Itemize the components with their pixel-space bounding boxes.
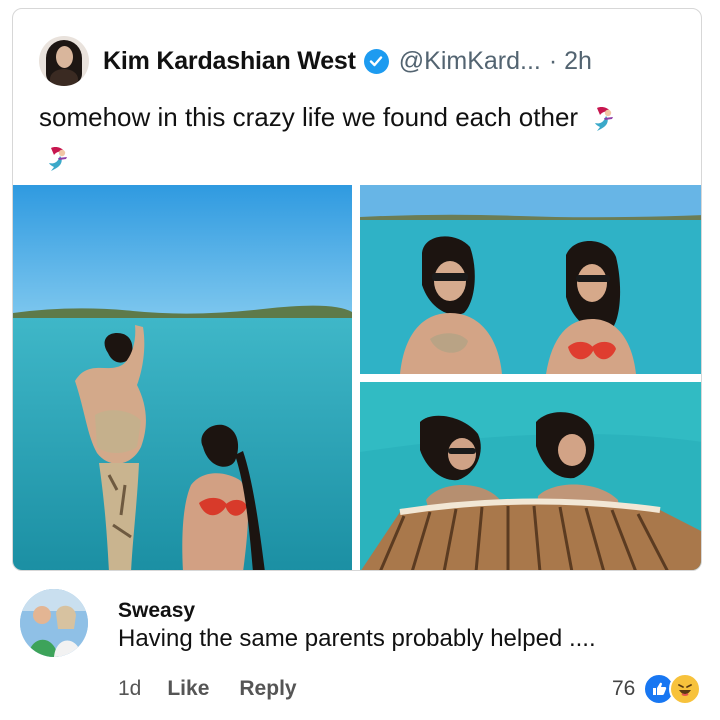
photo-bottom-right[interactable] [360,382,701,570]
comment-time[interactable]: 1d [118,677,141,701]
tweet-text-content: somehow in this crazy life we found each… [39,102,579,132]
haha-reaction-icon [669,673,702,705]
photo-top-right[interactable] [360,185,701,374]
reaction-summary[interactable]: 76 [612,673,702,705]
comment-text: Having the same parents probably helped … [118,625,596,652]
mermaid-icon [45,144,75,174]
mermaid-icon [591,104,621,134]
like-button[interactable]: Like [167,677,209,701]
commenter-name[interactable]: Sweasy [118,599,195,623]
tweet-header: Kim Kardashian West @KimKard... · 2h [39,35,592,87]
author-name[interactable]: Kim Kardashian West [103,47,356,76]
tweet-card[interactable]: Kim Kardashian West @KimKard... · 2h som… [12,8,702,571]
comment-actions: 1d Like Reply [118,677,297,701]
verified-badge-icon [363,48,389,74]
reply-button[interactable]: Reply [239,677,296,701]
reaction-count: 76 [612,677,636,700]
tweet-time: · 2h [548,46,592,75]
author-avatar[interactable] [39,36,89,86]
comment: Sweasy Having the same parents probably … [0,575,720,720]
tweet-photo-grid [13,185,701,570]
tweet-text: somehow in this crazy life we found each… [39,97,659,177]
author-handle[interactable]: @KimKard... [399,47,541,76]
photo-left[interactable] [13,185,352,570]
commenter-avatar[interactable] [20,589,88,657]
